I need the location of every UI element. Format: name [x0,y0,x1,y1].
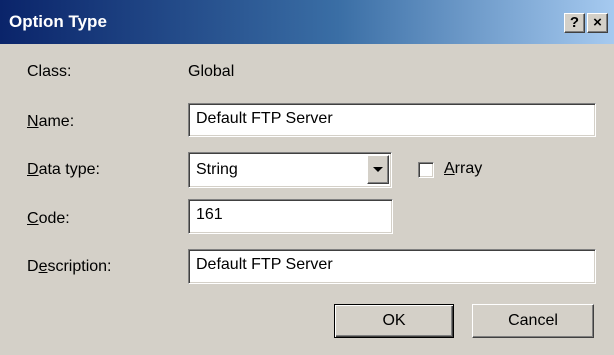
class-label: Class: [27,63,72,80]
name-input[interactable]: Default FTP Server [188,103,596,137]
array-checkbox[interactable] [418,162,434,178]
description-input-value: Default FTP Server [196,256,333,273]
name-input-value: Default FTP Server [196,110,333,127]
dialog-title: Option Type [9,12,107,31]
cancel-button[interactable]: Cancel [472,304,594,338]
close-button[interactable]: × [587,13,608,33]
datatype-select[interactable]: String [188,152,392,188]
array-label[interactable]: Array [444,160,482,178]
datatype-label-rest: ata type: [38,161,100,178]
class-value: Global [188,63,235,80]
description-label-pre: D [27,258,39,275]
help-button[interactable]: ? [564,13,585,33]
code-label-accesskey: C [27,210,39,227]
dropdown-arrow-button[interactable] [367,155,389,184]
description-label-rest: scription: [47,258,112,275]
name-label-accesskey: N [27,113,39,130]
datatype-select-value: String [196,161,238,178]
option-type-dialog: Option Type ? × Class: Global Name: Defa… [0,0,614,355]
code-input-value: 161 [196,206,223,223]
datatype-label: Data type: [27,161,100,179]
code-label: Code: [27,210,70,228]
title-bar[interactable]: Option Type ? × [0,0,614,44]
name-label-rest: ame: [38,113,75,130]
ok-button[interactable]: OK [334,304,454,338]
array-label-accesskey: A [444,160,455,177]
name-label: Name: [27,113,74,131]
description-input[interactable]: Default FTP Server [188,249,596,284]
code-label-rest: ode: [38,210,70,227]
description-label: Description: [27,258,112,276]
chevron-down-icon [373,167,383,172]
code-input[interactable]: 161 [188,199,393,234]
datatype-label-accesskey: D [27,161,39,178]
array-label-rest: rray [454,160,483,177]
